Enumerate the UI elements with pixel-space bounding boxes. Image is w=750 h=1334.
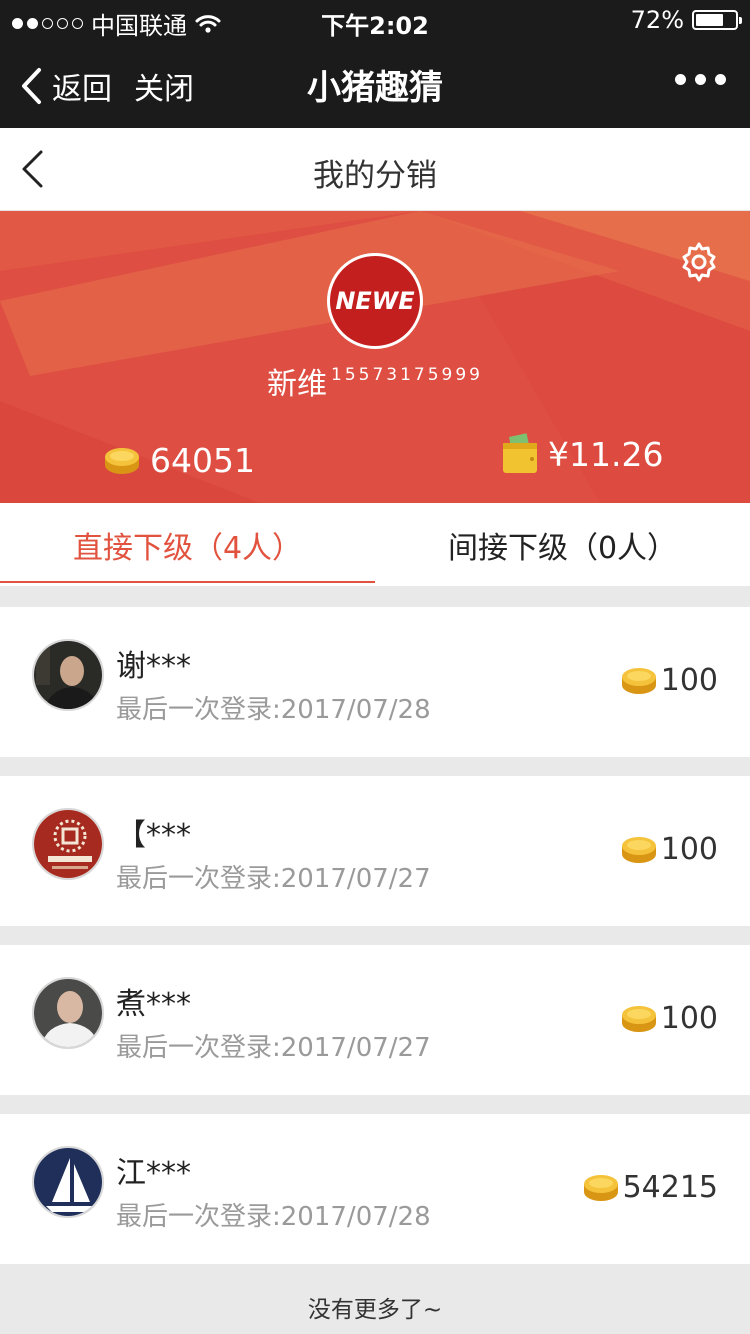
member-name: 【***: [116, 818, 191, 853]
coin-icon: [105, 447, 139, 474]
coin-icon: [621, 836, 656, 863]
page-title: 我的分销: [313, 158, 437, 194]
member-last-login: 最后一次登录:2017/07/27: [116, 864, 431, 894]
profile-phone: 15573175999: [331, 365, 483, 385]
member-name: 煮***: [116, 987, 191, 1022]
list-item[interactable]: 【*** 最后一次登录:2017/07/27 100: [0, 776, 750, 926]
more-icon-dot: [675, 74, 686, 85]
profile-avatar[interactable]: NEWE: [327, 253, 423, 349]
member-coins-value: 100: [660, 663, 718, 698]
profile-user-line: 新维 15573175999: [0, 359, 750, 403]
tab-indirect[interactable]: 间接下级（0人）: [375, 503, 750, 586]
more-icon-dot: [715, 74, 726, 85]
more-icon-dot: [695, 74, 706, 85]
wallet-balance[interactable]: ¥11.26: [502, 433, 663, 475]
member-coins-value: 100: [660, 1001, 718, 1036]
member-coins: 100: [621, 663, 718, 698]
coin-icon: [621, 1005, 656, 1032]
list-item[interactable]: 谢*** 最后一次登录:2017/07/28 100: [0, 607, 750, 757]
coins-value: 64051: [150, 441, 255, 480]
avatar: [32, 808, 104, 880]
avatar: [32, 639, 104, 711]
profile-name: 新维: [267, 367, 327, 402]
balance-value: ¥11.26: [548, 434, 664, 474]
member-name: 江***: [116, 1156, 191, 1191]
list-item[interactable]: 江*** 最后一次登录:2017/07/28 54215: [0, 1114, 750, 1264]
wallet-icon: [503, 433, 537, 473]
member-tabs: 直接下级（4人） 间接下级（0人）: [0, 503, 750, 586]
member-name: 谢***: [116, 649, 191, 684]
member-last-login: 最后一次登录:2017/07/27: [116, 1033, 431, 1063]
page-header: 我的分销: [0, 128, 750, 211]
avatar: [32, 977, 104, 1049]
member-coins: 54215: [583, 1170, 718, 1205]
tab-direct[interactable]: 直接下级（4人）: [0, 503, 375, 586]
coin-icon: [583, 1174, 618, 1201]
member-last-login: 最后一次登录:2017/07/28: [116, 1202, 431, 1232]
nav-bar: 返回 关闭 小猪趣猜: [0, 40, 750, 128]
profile-coins: 64051: [104, 441, 255, 480]
member-last-login: 最后一次登录:2017/07/28: [116, 695, 431, 725]
member-coins: 100: [621, 832, 718, 867]
profile-banner: NEWE 新维 15573175999 64051 ¥11.26: [0, 211, 750, 503]
settings-button[interactable]: [678, 241, 720, 287]
gear-icon: [682, 242, 716, 282]
battery-icon: [692, 10, 742, 30]
coin-icon: [621, 667, 656, 694]
member-coins-value: 100: [660, 832, 718, 867]
list-item[interactable]: 煮*** 最后一次登录:2017/07/27 100: [0, 945, 750, 1095]
app-title: 小猪趣猜: [307, 68, 443, 108]
list-end-text: 没有更多了~: [307, 1297, 443, 1323]
more-button[interactable]: [675, 74, 726, 85]
member-coins-value: 54215: [622, 1170, 718, 1205]
battery-percent: 72%: [630, 6, 684, 34]
status-bar: 中国联通 下午2:02 72%: [0, 0, 750, 40]
avatar-logo-text: NEWE: [335, 287, 415, 315]
avatar: [32, 1146, 104, 1218]
status-right: 72%: [630, 6, 742, 34]
member-coins: 100: [621, 1001, 718, 1036]
